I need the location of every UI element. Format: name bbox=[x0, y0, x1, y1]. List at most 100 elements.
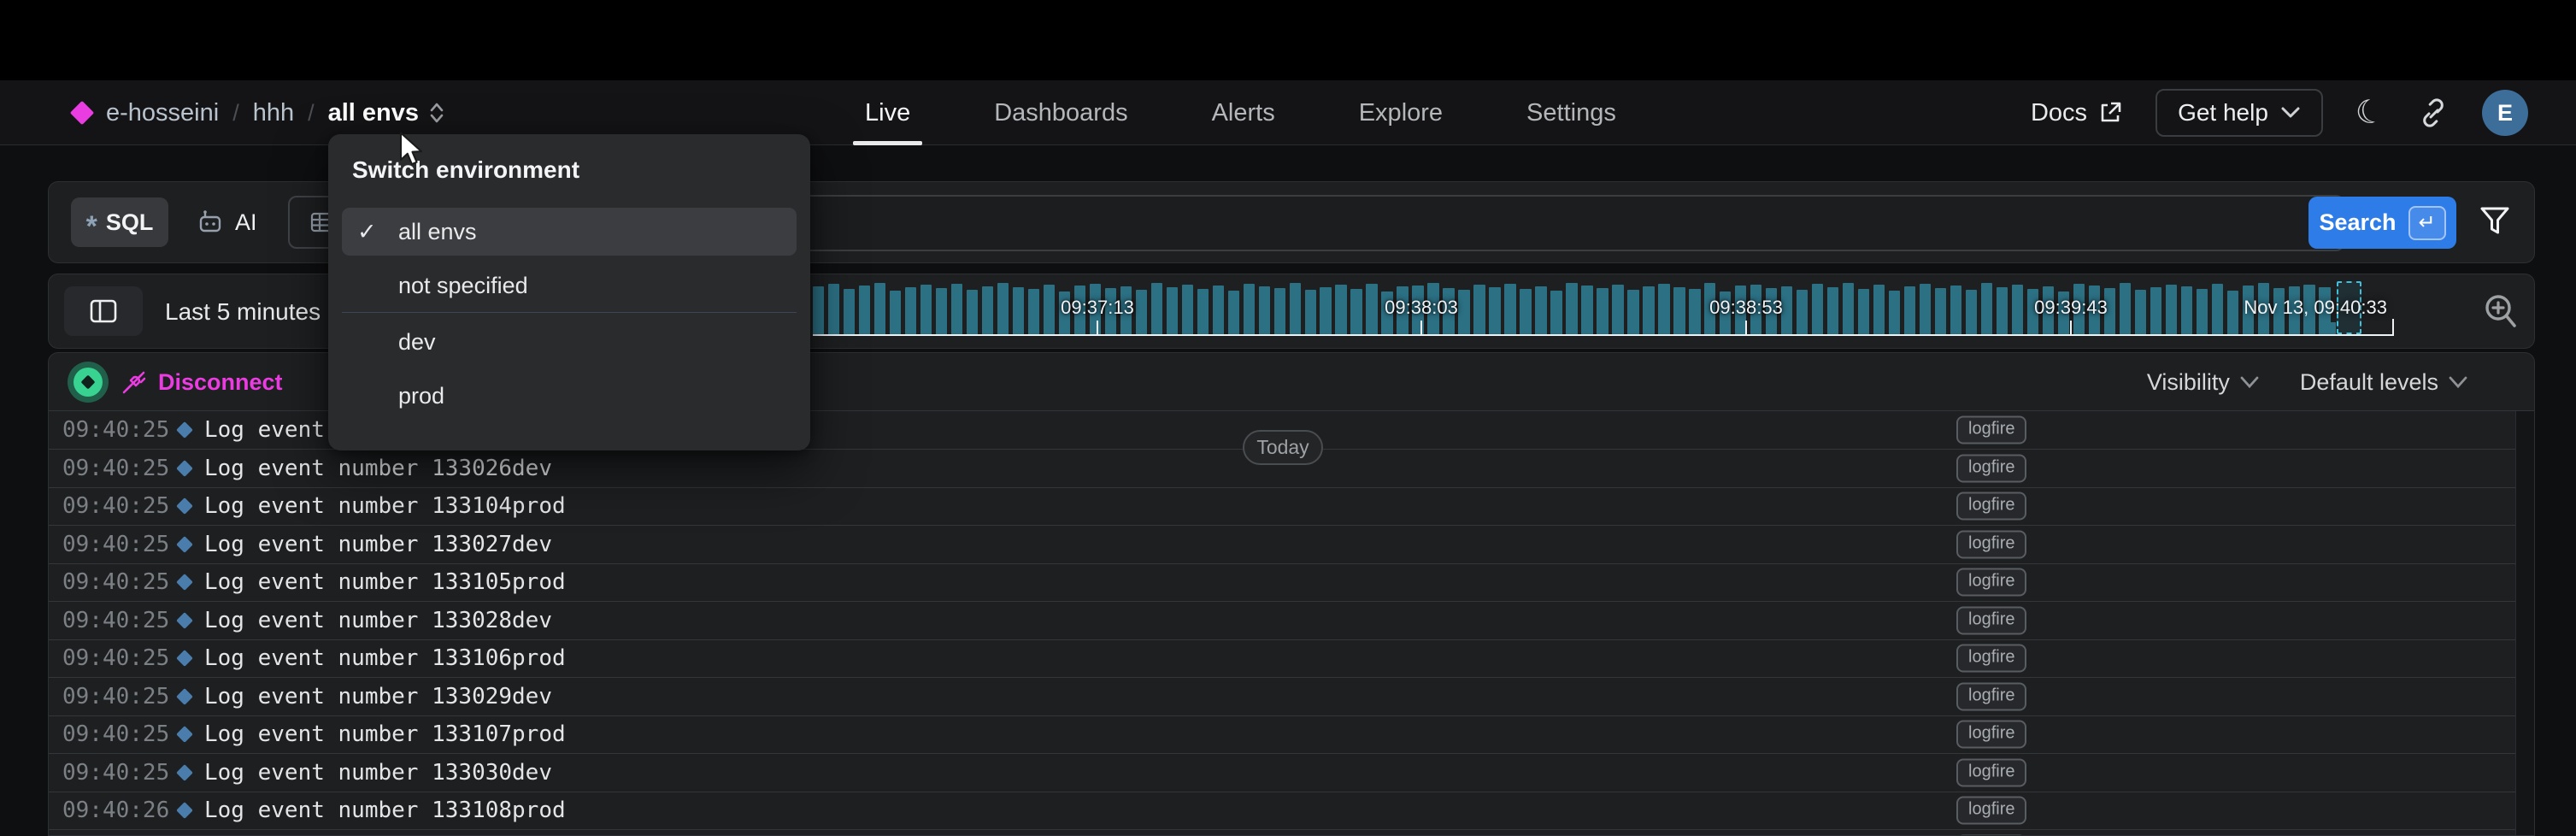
tab-alerts[interactable]: Alerts bbox=[1203, 80, 1284, 145]
log-row[interactable]: 09:40:26Log event number 133031devlogfir… bbox=[49, 830, 2515, 836]
tab-live[interactable]: Live bbox=[856, 80, 919, 145]
histogram-bar bbox=[1335, 285, 1346, 336]
disconnect-button[interactable]: Disconnect bbox=[121, 353, 283, 411]
histogram-bar bbox=[936, 288, 947, 336]
tab-settings[interactable]: Settings bbox=[1518, 80, 1625, 145]
mouse-cursor bbox=[398, 132, 424, 168]
checkmark-icon: ✓ bbox=[357, 219, 386, 245]
histogram-bar bbox=[1966, 290, 1977, 336]
histogram-bar bbox=[844, 289, 855, 336]
histogram-bar bbox=[1458, 290, 1469, 336]
scope-badge: logfire bbox=[1956, 606, 2026, 634]
histogram-bar bbox=[1013, 287, 1024, 336]
histogram-bar bbox=[2012, 285, 2023, 336]
default-levels-label: Default levels bbox=[2300, 369, 2438, 396]
time-range-label: Last 5 minutes bbox=[165, 298, 321, 326]
histogram-bar bbox=[1643, 286, 1654, 336]
time-range-selector[interactable]: Last 5 minutes bbox=[165, 274, 348, 350]
histogram-bar bbox=[813, 286, 824, 336]
scrollbar-track[interactable] bbox=[2515, 411, 2534, 835]
zoom-in-icon[interactable] bbox=[2482, 291, 2520, 331]
search-input[interactable] bbox=[555, 195, 2344, 251]
default-levels-dropdown[interactable]: Default levels bbox=[2300, 369, 2467, 396]
histogram-bar bbox=[920, 285, 932, 336]
logfire-logo-icon[interactable] bbox=[70, 101, 94, 125]
environment-option-prod[interactable]: prod bbox=[342, 372, 797, 420]
histogram-bar bbox=[1550, 291, 1561, 336]
log-timestamp: 09:40:26 bbox=[49, 798, 173, 823]
log-row[interactable]: 09:40:26Log event number 133108prodlogfi… bbox=[49, 792, 2515, 830]
histogram-bar bbox=[1843, 283, 1854, 336]
histogram-stub-bar bbox=[2325, 322, 2336, 334]
log-message: Log event number 133030dev bbox=[204, 760, 552, 786]
log-row[interactable]: 09:40:25Log event number 133029devlogfir… bbox=[49, 678, 2515, 716]
event-histogram[interactable] bbox=[813, 283, 2337, 336]
sql-mode-button[interactable]: * SQL bbox=[71, 197, 168, 247]
histogram-end-tick bbox=[2392, 319, 2394, 336]
log-row[interactable]: 09:40:25Log event number 133106prodlogfi… bbox=[49, 639, 2515, 678]
histogram-bar bbox=[828, 284, 839, 336]
histogram-bar bbox=[1935, 288, 1946, 336]
log-message: Log event number 133027dev bbox=[204, 532, 552, 557]
histogram-bar bbox=[1028, 289, 1039, 336]
copy-link-icon[interactable] bbox=[2417, 97, 2450, 129]
log-message: Log event bbox=[204, 417, 325, 443]
sidebar-toggle-button[interactable] bbox=[64, 286, 143, 336]
filter-icon[interactable] bbox=[2478, 204, 2512, 240]
histogram-bar bbox=[1658, 284, 1669, 336]
breadcrumb-project[interactable]: hhh bbox=[253, 99, 294, 127]
scope-badge: logfire bbox=[1956, 568, 2026, 597]
user-avatar[interactable]: E bbox=[2482, 90, 2528, 136]
histogram-bar bbox=[1950, 286, 1961, 336]
scope-badge: logfire bbox=[1956, 454, 2026, 482]
histogram-bar bbox=[1797, 290, 1808, 336]
environment-option-label: dev bbox=[398, 329, 436, 356]
log-row[interactable]: 09:40:25Log event number 133030devlogfir… bbox=[49, 754, 2515, 792]
histogram-bar bbox=[1489, 287, 1500, 336]
ai-label: AI bbox=[235, 209, 257, 236]
histogram-bar bbox=[890, 291, 901, 336]
environment-menu: Switch environment ✓all envsnot specifie… bbox=[328, 134, 810, 450]
environment-option-not-specified[interactable]: not specified bbox=[342, 262, 797, 309]
log-row[interactable]: 09:40:25Log event number 133105prodlogfi… bbox=[49, 563, 2515, 602]
breadcrumb-org[interactable]: e-hosseini bbox=[106, 99, 219, 127]
histogram-bar bbox=[1290, 283, 1301, 336]
log-message: Log event number 133028dev bbox=[204, 608, 552, 633]
dark-mode-toggle-icon[interactable]: ☾ bbox=[2352, 94, 2387, 132]
log-level-diamond-icon bbox=[176, 688, 193, 705]
environment-option-all-envs[interactable]: ✓all envs bbox=[342, 208, 797, 256]
log-row[interactable]: 09:40:25Log event number 133104prodlogfi… bbox=[49, 487, 2515, 526]
log-row[interactable]: 09:40:25Log event number 133028devlogfir… bbox=[49, 602, 2515, 640]
docs-link[interactable]: Docs bbox=[2031, 99, 2123, 127]
window-top-strip bbox=[0, 0, 2576, 80]
histogram-bar bbox=[1520, 289, 1531, 336]
histogram-bar bbox=[2150, 287, 2161, 336]
histogram-bar bbox=[1197, 289, 1209, 336]
log-row[interactable]: 09:40:25Log event number 133107prodlogfi… bbox=[49, 715, 2515, 754]
environment-option-dev[interactable]: dev bbox=[342, 318, 797, 366]
log-timestamp: 09:40:25 bbox=[49, 456, 173, 481]
get-help-button[interactable]: Get help bbox=[2155, 89, 2323, 137]
ai-mode-button[interactable]: AI bbox=[196, 209, 257, 236]
environment-switcher[interactable]: all envs bbox=[328, 99, 446, 127]
histogram-bar bbox=[859, 286, 870, 336]
histogram-bar bbox=[1535, 286, 1546, 336]
search-button[interactable]: Search ↵ bbox=[2308, 197, 2456, 249]
log-level-diamond-icon bbox=[176, 802, 193, 819]
tab-explore[interactable]: Explore bbox=[1350, 80, 1451, 145]
visibility-dropdown[interactable]: Visibility bbox=[2147, 369, 2259, 396]
scope-badge: logfire bbox=[1956, 797, 2026, 825]
histogram-tick bbox=[1097, 321, 1098, 335]
histogram-bar bbox=[1136, 290, 1147, 336]
breadcrumb-separator: / bbox=[308, 100, 315, 127]
log-rows: 09:40:25Log eventlogfire09:40:25Log even… bbox=[49, 411, 2515, 835]
histogram-bar bbox=[1244, 284, 1255, 336]
today-badge: Today bbox=[1243, 430, 1323, 465]
main-nav: Live Dashboards Alerts Explore Settings bbox=[856, 80, 1625, 145]
log-row[interactable]: 09:40:25Log event number 133027devlogfir… bbox=[49, 526, 2515, 564]
histogram-bar bbox=[874, 283, 885, 336]
histogram-bar bbox=[1473, 285, 1485, 336]
tab-dashboards[interactable]: Dashboards bbox=[985, 80, 1136, 145]
log-message: Log event number 133029dev bbox=[204, 684, 552, 709]
histogram-bar bbox=[1167, 287, 1178, 336]
